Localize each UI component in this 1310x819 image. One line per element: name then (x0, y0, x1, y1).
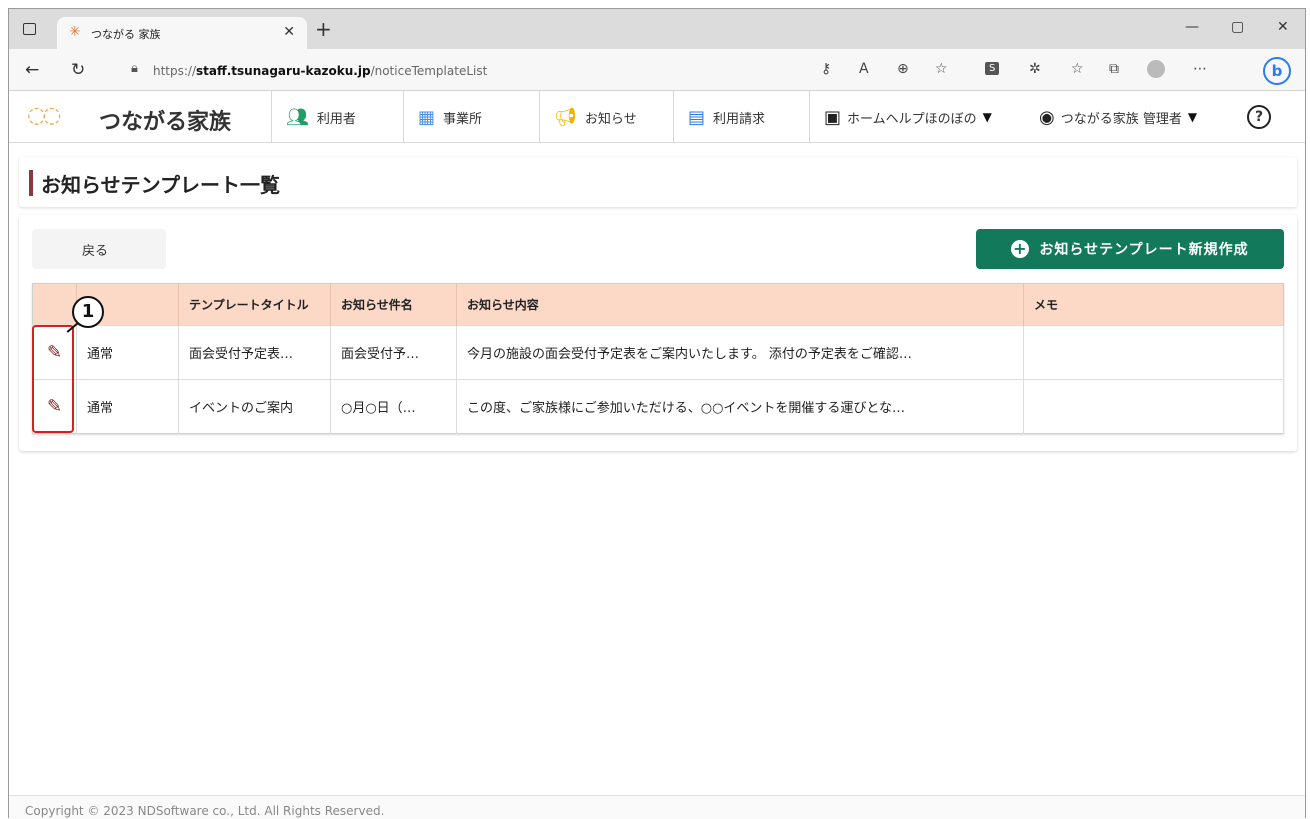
title-cell: 面会受付予定表… (178, 325, 331, 380)
memo-cell (1023, 325, 1284, 380)
nav-notices-label: お知らせ (584, 111, 637, 127)
logo-text: つながる家族 (99, 110, 232, 135)
user-circle-icon: ◉ (1039, 106, 1055, 128)
col-header-edit (32, 283, 77, 326)
annotation-highlight-box (32, 325, 74, 433)
lock-icon: 🔒︎ (131, 61, 138, 76)
url-text: https://staff.tsunagaru-kazoku.jp/notice… (153, 64, 488, 78)
new-tab-icon[interactable]: + (315, 17, 332, 41)
building-icon: ▦ (418, 106, 436, 128)
close-tab-icon[interactable]: ✕ (283, 24, 295, 40)
page-title: お知らせテンプレート一覧 (41, 173, 280, 197)
table-row[interactable]: ✎ 通常 面会受付予定表… 面会受付予… 今月の施設の面会受付予定表をご案内いた… (32, 325, 1284, 380)
zoom-icon[interactable]: ⊕ (897, 61, 909, 77)
nav-billing-label: 利用請求 (713, 111, 766, 127)
help-icon: ? (1247, 105, 1271, 129)
col-header-memo: メモ (1023, 283, 1284, 326)
puzzle-icon[interactable]: ✲ (1029, 61, 1041, 77)
nav-offices[interactable]: ▦ 事業所 (403, 91, 539, 143)
url-field[interactable]: 🔒︎ https://staff.tsunagaru-kazoku.jp/not… (117, 57, 967, 85)
nav-users-label: 利用者 (316, 111, 356, 127)
facility-icon: ▣ (824, 106, 842, 128)
nav-offices-label: 事業所 (443, 111, 483, 127)
type-cell: 通常 (76, 379, 179, 434)
address-bar-row: ← ↻ 🔒︎ https://staff.tsunagaru-kazoku.jp… (9, 49, 1305, 91)
memo-cell (1023, 379, 1284, 434)
extension-icon[interactable]: S (985, 62, 1000, 75)
type-cell: 通常 (76, 325, 179, 380)
subject-cell: 面会受付予… (330, 325, 457, 380)
new-template-label: お知らせテンプレート新規作成 (1039, 242, 1249, 258)
back-button[interactable]: 戻る (32, 229, 166, 269)
nav-billing[interactable]: ▤ 利用請求 (673, 91, 809, 143)
page-header: お知らせテンプレート一覧 (19, 157, 1297, 207)
logo-faces-icon: ◌◌ (27, 103, 61, 128)
page-footer: Copyright © 2023 NDSoftware co., Ltd. Al… (9, 795, 1305, 819)
template-table: テンプレートタイトル お知らせ件名 お知らせ内容 メモ ✎ 通常 面会受付予定表… (32, 283, 1284, 434)
key-icon[interactable]: ⚷ (821, 61, 831, 77)
collections-icon[interactable]: ⧉ (1109, 61, 1119, 77)
maximize-icon[interactable]: ▢ (1231, 19, 1244, 35)
nav-facility-select[interactable]: ▣ ホームヘルプほのぼの ▼ (809, 91, 1035, 143)
more-menu-icon[interactable]: ⋯ (1193, 61, 1207, 77)
nav-notices[interactable]: 📢︎ お知らせ (539, 91, 673, 143)
table-header-row: テンプレートタイトル お知らせ件名 お知らせ内容 メモ (32, 283, 1284, 326)
browser-tab[interactable]: ✳ つながる 家族 ✕ (57, 17, 307, 49)
col-header-subject: お知らせ件名 (330, 283, 457, 326)
nav-account-label: つながる家族 管理者 (1060, 111, 1182, 127)
copyright-text: Copyright © 2023 NDSoftware co., Ltd. Al… (25, 804, 385, 818)
content-cell: この度、ご家族様にご参加いただける、○○イベントを開催する運びとな… (456, 379, 1024, 434)
annotation-number-badge: 1 (72, 296, 104, 328)
megaphone-icon: 📢︎ (554, 106, 577, 128)
tab-actions-icon[interactable] (23, 23, 36, 35)
nav-users[interactable]: 👥︎ 利用者 (271, 91, 403, 143)
close-window-icon[interactable]: ✕ (1277, 19, 1289, 35)
refresh-icon[interactable]: ↻ (71, 60, 85, 80)
col-header-content: お知らせ内容 (456, 283, 1024, 326)
profile-avatar[interactable] (1147, 60, 1165, 78)
browser-window: ✳ つながる 家族 ✕ + — ▢ ✕ ← ↻ 🔒︎ https://staff… (8, 8, 1306, 819)
read-aloud-icon[interactable]: A (859, 61, 869, 77)
app-header: ◌◌ つながる家族 👥︎ 利用者 ▦ 事業所 📢︎ お知らせ ▤ 利用請求 ▣ … (9, 91, 1305, 143)
bing-icon[interactable]: b (1263, 57, 1291, 85)
template-list-card: 戻る + お知らせテンプレート新規作成 テンプレートタイトル お知らせ件名 お知… (19, 215, 1297, 451)
favorite-add-icon[interactable]: ☆ (935, 61, 948, 77)
title-cell: イベントのご案内 (178, 379, 331, 434)
back-arrow-icon[interactable]: ← (25, 60, 39, 80)
table-row[interactable]: ✎ 通常 イベントのご案内 ○月○日（… この度、ご家族様にご参加いただける、○… (32, 379, 1284, 434)
users-icon: 👥︎ (286, 106, 309, 128)
new-template-button[interactable]: + お知らせテンプレート新規作成 (976, 229, 1284, 269)
document-icon: ▤ (688, 106, 706, 128)
tab-strip: ✳ つながる 家族 ✕ + — ▢ ✕ (9, 9, 1305, 49)
nav-account-menu[interactable]: ◉ つながる家族 管理者 ▼ (1035, 91, 1233, 143)
title-accent-bar (29, 170, 33, 196)
subject-cell: ○月○日（… (330, 379, 457, 434)
favorites-icon[interactable]: ☆ (1071, 61, 1084, 77)
plus-circle-icon: + (1011, 239, 1030, 258)
col-header-title: テンプレートタイトル (178, 283, 331, 326)
help-button[interactable]: ? (1247, 91, 1287, 143)
tab-title: つながる 家族 (91, 28, 161, 41)
chevron-down-icon: ▼ (1187, 110, 1198, 124)
app-logo[interactable]: ◌◌ つながる家族 (27, 101, 267, 135)
nav-facility-label: ホームヘルプほのぼの (847, 111, 977, 127)
minimize-icon[interactable]: — (1185, 19, 1199, 35)
favicon-icon: ✳ (69, 24, 81, 40)
content-cell: 今月の施設の面会受付予定表をご案内いたします。 添付の予定表をご確認… (456, 325, 1024, 380)
chevron-down-icon: ▼ (982, 110, 992, 124)
